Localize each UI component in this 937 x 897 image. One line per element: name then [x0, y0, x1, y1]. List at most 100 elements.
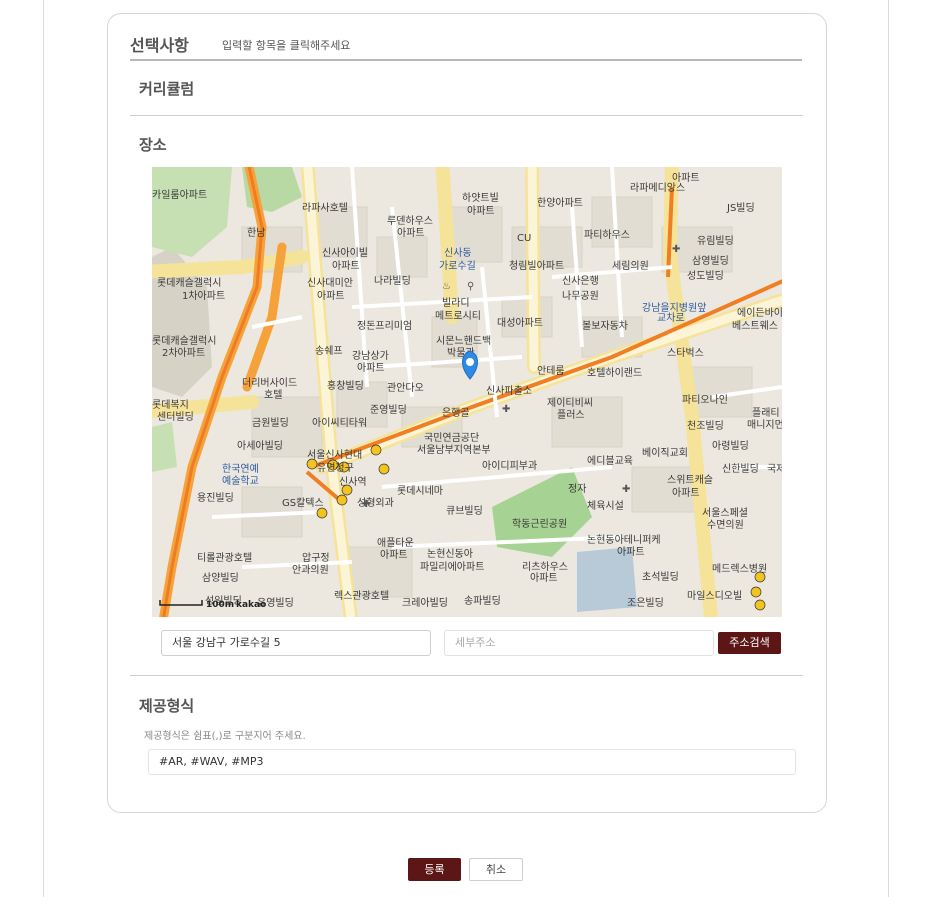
map-label: 서울신사현대	[307, 449, 362, 461]
map-label: 논현동아테니퍼케	[587, 534, 661, 546]
right-rail	[888, 0, 889, 897]
map-label: 논현신동아	[427, 548, 473, 560]
map-label: 아파트	[397, 227, 425, 239]
map-label: 센터빌딩	[157, 411, 194, 423]
map-label: 수면의원	[707, 519, 744, 531]
map-label: 아파트	[672, 172, 700, 184]
map-label: 삼영빌딩	[692, 255, 729, 267]
address-input[interactable]: 서울 강남구 가로수길 5	[161, 630, 431, 656]
map-label: 아파트	[530, 572, 558, 584]
map-label: 라파사호텔	[302, 202, 348, 214]
format-hint: 제공형식은 쉼표(,)로 구분지어 주세요.	[144, 731, 306, 742]
map-label: 한양아파트	[537, 197, 583, 209]
svg-text:✚: ✚	[502, 404, 510, 415]
map-label: JS빌딩	[726, 202, 755, 214]
detail-address-input[interactable]: 세부주소	[444, 630, 714, 656]
divider	[130, 115, 803, 116]
format-input[interactable]: #AR, #WAV, #MP3	[148, 749, 796, 775]
map-label: 시몬느핸드백	[436, 335, 491, 347]
map-label: 체육시설	[587, 500, 624, 512]
map-label: 아파트	[380, 549, 408, 561]
place-label[interactable]: 장소	[139, 134, 167, 155]
map-label: 성도빌딩	[687, 270, 724, 282]
svg-text:✚: ✚	[672, 244, 680, 255]
map-scale-label: 100m	[206, 600, 234, 610]
map-label: 신사은행	[562, 275, 599, 287]
map-label: 빌라디	[442, 297, 470, 309]
map-label: 예술학교	[222, 475, 259, 487]
submit-button[interactable]: 등록	[408, 858, 461, 881]
map-label: 호텔	[264, 389, 282, 401]
map-label: 국민연금공단	[424, 432, 479, 444]
map-canvas[interactable]: ⚲♨✚ ✚✚✚ 라파메디앙스아파트하얏트빌아파트한양아파트카일룸아파트라파사호텔…	[152, 167, 782, 617]
map-label: 가로수길	[439, 259, 476, 272]
svg-text:⚲: ⚲	[467, 281, 474, 292]
map-label: 조은빌딩	[627, 597, 664, 609]
map-label: 초석빌딩	[642, 571, 679, 583]
map-label: 아파트	[332, 260, 360, 272]
map-label: 1차아파트	[182, 290, 225, 302]
map-label: 교차로	[657, 312, 685, 324]
map-label: 롯데시네마	[397, 485, 443, 497]
map-label: 제이티비씨	[547, 397, 593, 409]
map-label: 송파빌딩	[464, 595, 501, 607]
map-label: 플래티	[752, 407, 780, 419]
map-label: 매니지먼	[747, 419, 782, 431]
map-label: 리츠하우스	[522, 560, 568, 573]
curriculum-label[interactable]: 커리큘럼	[139, 78, 194, 99]
map-label: 2차아파트	[162, 347, 205, 359]
map-label: 아령빌딩	[712, 440, 749, 452]
map-label: 금원빌딩	[252, 417, 289, 429]
map-label: 파티하우스	[584, 228, 630, 241]
svg-text:♨: ♨	[442, 281, 451, 292]
map-label: 정자	[568, 483, 586, 495]
map-label: 메트로시티	[435, 310, 481, 322]
map-label: 홍창빌딩	[327, 379, 364, 392]
map-label: 에이든바이	[737, 307, 782, 319]
map-label: 스타벅스	[667, 347, 704, 359]
map-label: 은행골	[442, 407, 470, 419]
map-label: 볼보자동차	[582, 320, 628, 332]
map-label: 아이디피부과	[482, 460, 537, 472]
map-label: 천조빌딩	[687, 420, 724, 432]
card-subtitle: 입력할 항목을 클릭해주세요	[222, 39, 351, 52]
map-label: 메드렉스병원	[712, 563, 767, 575]
map-label: 안테룸	[537, 365, 565, 377]
map-label: 준영빌딩	[370, 404, 407, 416]
map-label: 하얏트빌	[462, 191, 499, 204]
map-label: 롯데복지	[152, 399, 189, 411]
map-label: 나무공원	[562, 290, 599, 302]
map-label: 아세아빌딩	[237, 440, 283, 452]
map-label: 세림의원	[612, 260, 649, 272]
map-label: 호텔하이랜드	[587, 366, 642, 379]
map-label: 대성아파트	[497, 317, 543, 329]
map-label: 국제	[767, 463, 782, 475]
address-search-button[interactable]: 주소검색	[718, 632, 781, 654]
map-label: 아파트	[357, 362, 385, 374]
map-label: 아파트	[617, 546, 645, 558]
map-label: 신사아이빌	[322, 247, 368, 259]
map-label: 롯데캐슬갤럭시	[152, 335, 216, 347]
cancel-button[interactable]: 취소	[469, 858, 523, 881]
map-label: 애플타운	[377, 537, 414, 549]
map-label: 롯데캐슬갤럭시	[157, 277, 221, 289]
map-label: 신사대미안	[307, 277, 353, 289]
map-label: 유림빌딩	[697, 235, 734, 247]
format-label[interactable]: 제공형식	[139, 695, 194, 716]
map-label: 삼양빌딩	[202, 572, 239, 584]
map-label: 나라빌딩	[374, 275, 411, 287]
map-label: 아파트	[317, 290, 345, 302]
map-label: 플러스	[557, 409, 585, 421]
map-label: 한남	[247, 227, 265, 239]
map-label: 신한빌딩	[722, 463, 759, 475]
options-card: 선택사항 입력할 항목을 클릭해주세요 커리큘럼 장소 ⚲ ♨ ✚ ✚ ✚ ✚ …	[107, 13, 827, 813]
map-label: CU	[517, 233, 531, 244]
map-label: 렉스관광호텔	[334, 590, 389, 602]
map-label: 아파트	[467, 205, 495, 217]
map-label: 카일룸아파트	[152, 189, 207, 201]
location-map[interactable]: ⚲ ♨ ✚ ✚ ✚ ✚ 라파메디앙스 아파트 하얏트빌 아파트 한양아파트 카일룸아파트 라파사호텔…	[152, 167, 782, 617]
map-label: 베이직교회	[642, 447, 688, 459]
divider	[130, 675, 803, 676]
map-label: 성형외과	[357, 497, 394, 509]
map-label: GS칼텍스	[282, 496, 324, 509]
